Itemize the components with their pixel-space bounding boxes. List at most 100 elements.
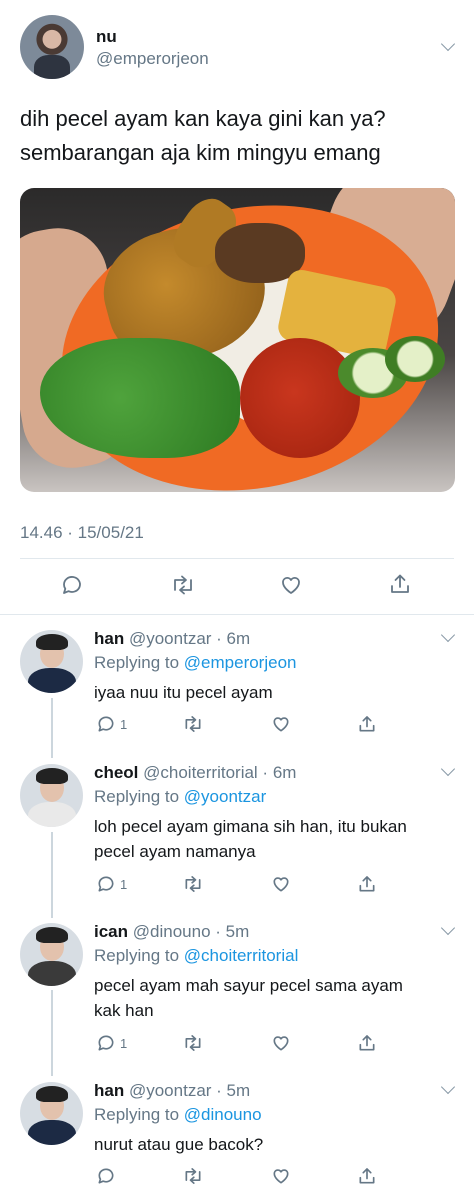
timestamp[interactable]: 14.46 · 15/05/21 <box>20 523 144 543</box>
reply-button[interactable]: 1 <box>96 1033 127 1053</box>
reply-icon <box>98 716 114 732</box>
like-button[interactable] <box>271 874 291 894</box>
handle-time[interactable]: @dinouno · 5m <box>133 922 250 941</box>
share-icon <box>391 574 409 593</box>
tweet-text: dih pecel ayam kan kaya gini kan ya? sem… <box>20 102 460 170</box>
retweet-button[interactable] <box>182 714 204 734</box>
reply-header: han @yoontzar · 6m <box>94 629 250 649</box>
heart-icon <box>273 1036 289 1051</box>
avatar-hair <box>36 634 68 650</box>
mention-link[interactable]: @emperorjeon <box>184 653 297 672</box>
reply-button[interactable]: 1 <box>96 874 127 894</box>
share-button[interactable] <box>357 714 377 734</box>
replying-to: Replying to @choiterritorial <box>94 946 298 966</box>
divider <box>0 614 474 615</box>
avatar-hair <box>36 927 68 943</box>
display-name[interactable]: han <box>94 629 124 648</box>
like-button[interactable] <box>271 1033 291 1053</box>
chevron-down-icon[interactable] <box>440 36 456 52</box>
share-icon <box>359 716 375 732</box>
display-name[interactable]: han <box>94 1081 124 1100</box>
like-button[interactable] <box>279 573 303 597</box>
reply-header: cheol @choiterritorial · 6m <box>94 763 296 783</box>
replying-to: Replying to @dinouno <box>94 1105 262 1125</box>
handle-time[interactable]: @yoontzar · 5m <box>129 1081 250 1100</box>
share-button[interactable] <box>388 572 412 596</box>
chevron-down-icon[interactable] <box>440 920 456 936</box>
share-icon <box>359 1035 375 1051</box>
display-name[interactable]: ican <box>94 922 128 941</box>
chevron-down-icon[interactable] <box>440 627 456 643</box>
tweet-photo[interactable] <box>20 188 455 492</box>
reply-actions <box>0 1166 474 1190</box>
reply-actions: 1 <box>0 1033 474 1057</box>
reply-button[interactable]: 1 <box>96 714 127 734</box>
avatar-hair <box>36 768 68 784</box>
retweet-button[interactable] <box>182 874 204 894</box>
retweet-icon <box>185 1168 201 1184</box>
reply-text-line: pecel ayam namanya <box>94 842 256 861</box>
retweet-button[interactable] <box>182 1033 204 1053</box>
reply-text: loh pecel ayam gimana sih han, itu bukan… <box>94 814 454 864</box>
reply-count: 1 <box>120 876 128 892</box>
mention-link[interactable]: @choiterritorial <box>184 946 299 965</box>
reply-text-line: kak han <box>94 1001 154 1020</box>
retweet-button[interactable] <box>182 1166 204 1186</box>
reply-count: 1 <box>120 716 128 732</box>
tweet-text-line: dih pecel ayam kan kaya gini kan ya? <box>20 106 386 131</box>
handle[interactable]: @emperorjeon <box>96 49 209 69</box>
avatar[interactable] <box>20 15 84 79</box>
retweet-icon <box>185 716 201 732</box>
share-button[interactable] <box>357 1166 377 1186</box>
divider <box>20 558 454 559</box>
photo-sambal <box>240 338 360 458</box>
retweet-button[interactable] <box>170 573 196 597</box>
reply-icon <box>98 1035 114 1051</box>
replying-to: Replying to @emperorjeon <box>94 653 296 673</box>
handle-time[interactable]: @choiterritorial · 6m <box>143 763 296 782</box>
heart-icon <box>273 717 289 732</box>
reply-text-line: pecel ayam mah sayur pecel sama ayam <box>94 976 403 995</box>
reply-text-line: iyaa nuu itu pecel ayam <box>94 683 273 702</box>
tweet-text-line: sembarangan aja kim mingyu emang <box>20 140 381 165</box>
avatar[interactable] <box>20 1082 83 1145</box>
avatar[interactable] <box>20 923 83 986</box>
avatar[interactable] <box>20 630 83 693</box>
heart-icon <box>273 877 289 892</box>
chevron-down-icon[interactable] <box>440 761 456 777</box>
share-button[interactable] <box>357 1033 377 1053</box>
reply-button[interactable] <box>60 573 84 597</box>
retweet-icon <box>185 876 201 892</box>
chevron-down-icon[interactable] <box>440 1079 456 1095</box>
mention-link[interactable]: @dinouno <box>184 1105 262 1124</box>
mention-link[interactable]: @yoontzar <box>184 787 266 806</box>
reply-actions: 1 <box>0 874 474 898</box>
reply-text: iyaa nuu itu pecel ayam <box>94 680 454 705</box>
replying-to-label: Replying to <box>94 787 184 806</box>
like-button[interactable] <box>271 1166 291 1186</box>
replying-to: Replying to @yoontzar <box>94 787 266 807</box>
avatar-body <box>28 802 76 827</box>
reply-icon <box>98 876 114 892</box>
display-name[interactable]: cheol <box>94 763 138 782</box>
avatar-body <box>28 1120 76 1145</box>
main-tweet: nu @emperorjeon dih pecel ayam kan kaya … <box>0 0 474 615</box>
reply-button[interactable] <box>96 1166 116 1186</box>
share-button[interactable] <box>357 874 377 894</box>
share-icon <box>359 1168 375 1184</box>
reply-text: nurut atau gue bacok? <box>94 1132 454 1157</box>
handle-time[interactable]: @yoontzar · 6m <box>129 629 250 648</box>
reply-count: 1 <box>120 1035 128 1051</box>
photo-cucumber <box>385 336 445 382</box>
avatar[interactable] <box>20 764 83 827</box>
like-button[interactable] <box>271 714 291 734</box>
reply-header: ican @dinouno · 5m <box>94 922 249 942</box>
avatar-body <box>28 668 76 693</box>
avatar-body <box>28 961 76 986</box>
reply-header: han @yoontzar · 5m <box>94 1081 250 1101</box>
replying-to-label: Replying to <box>94 946 184 965</box>
reply-actions: 1 <box>0 714 474 738</box>
replying-to-label: Replying to <box>94 653 184 672</box>
display-name[interactable]: nu <box>96 27 117 47</box>
reply-icon <box>98 1168 114 1184</box>
